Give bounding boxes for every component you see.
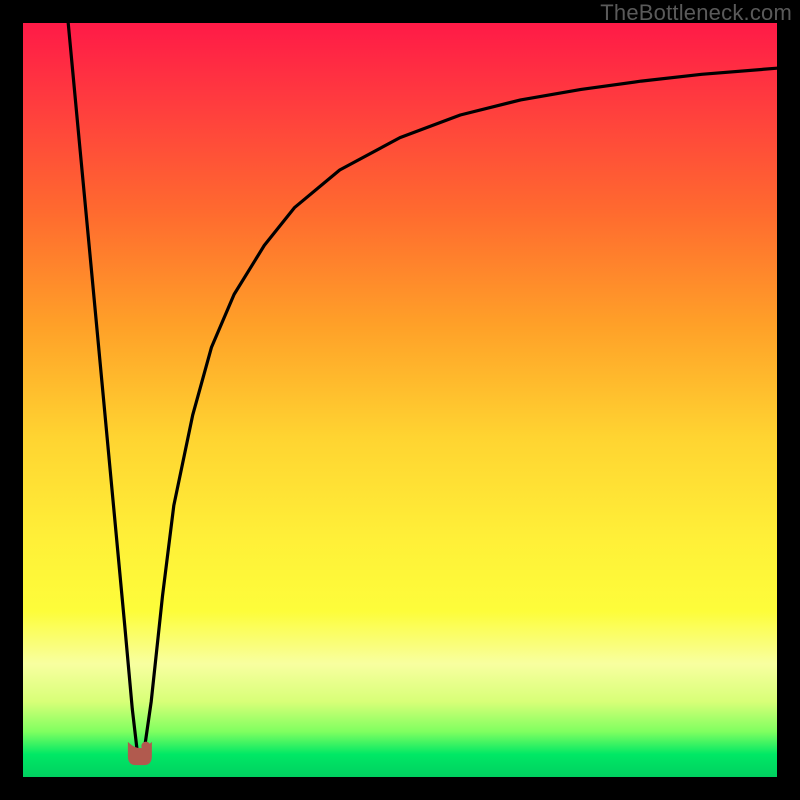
chart-frame: TheBottleneck.com: [0, 0, 800, 800]
curve-left-branch: [68, 23, 137, 754]
min-marker: [129, 742, 151, 765]
curve-svg: [23, 23, 777, 777]
min-marker-dot: [141, 742, 150, 751]
curve-right-branch: [144, 68, 777, 754]
plot-area: [23, 23, 777, 777]
